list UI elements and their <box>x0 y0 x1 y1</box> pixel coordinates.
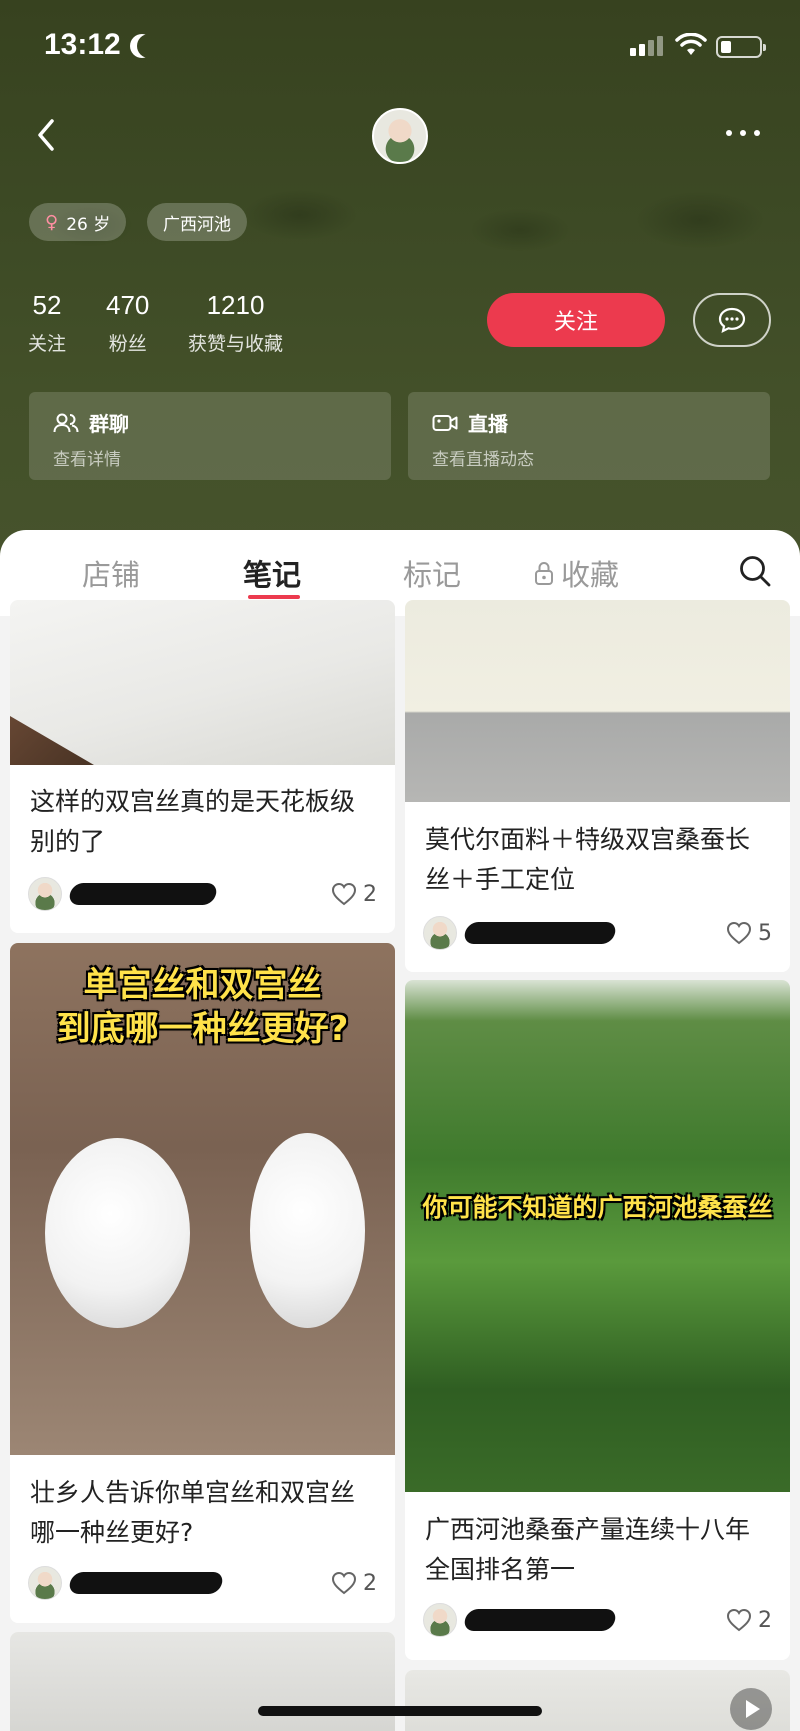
chat-bubble-icon <box>718 307 746 333</box>
note-image <box>405 600 790 802</box>
like-button[interactable]: 2 <box>726 1608 772 1633</box>
stat-following[interactable]: 52 关注 <box>28 290 66 356</box>
redacted-author-name <box>462 922 618 944</box>
stat-likes-collections[interactable]: 1210 获赞与收藏 <box>188 290 283 356</box>
active-tab-indicator <box>248 595 300 599</box>
lock-icon <box>535 562 553 585</box>
author-avatar <box>423 916 457 950</box>
wifi-icon <box>675 33 707 55</box>
note-title: 莫代尔面料＋特级双宫桑蚕长丝＋手工定位 <box>425 825 751 894</box>
live-card[interactable]: 直播 查看直播动态 <box>408 392 770 480</box>
play-icon <box>730 1688 772 1730</box>
video-camera-icon <box>432 414 458 431</box>
heart-icon <box>331 1571 357 1595</box>
more-options-icon[interactable] <box>726 130 760 136</box>
note-card[interactable]: 单宫丝和双宫丝 到底哪一种丝更好? 壮乡人告诉你单宫丝和双宫丝哪一种丝更好? 2 <box>10 943 395 1623</box>
author-avatar <box>423 1603 457 1637</box>
note-card[interactable]: 这样的双宫丝真的是天花板级别的了 2 <box>10 600 395 933</box>
location-tag: 广西河池 <box>147 203 247 241</box>
author-avatar <box>28 877 62 911</box>
like-button[interactable]: 2 <box>331 1571 377 1596</box>
redacted-author-name <box>67 883 219 905</box>
profile-screen: 13:12 ♀ 26 岁 广西河池 52 关注 470 粉丝 1210 获赞与收… <box>0 0 800 1731</box>
note-image <box>10 1632 395 1731</box>
author-avatar <box>28 1566 62 1600</box>
note-title: 这样的双宫丝真的是天花板级别的了 <box>30 787 356 856</box>
tab-collections[interactable]: 收藏 <box>533 552 619 594</box>
like-button[interactable]: 2 <box>331 882 377 907</box>
cellular-signal-icon <box>630 36 663 56</box>
moon-icon <box>137 34 161 58</box>
image-caption: 你可能不知道的广西河池桑蚕丝 <box>422 1193 773 1222</box>
profile-header: 13:12 ♀ 26 岁 广西河池 52 关注 470 粉丝 1210 获赞与收… <box>0 0 800 560</box>
like-button[interactable]: 5 <box>726 921 772 946</box>
note-card[interactable]: 莫代尔面料＋特级双宫桑蚕长丝＋手工定位 5 <box>405 600 790 972</box>
home-indicator[interactable] <box>258 1706 542 1716</box>
status-time: 13:12 <box>44 28 121 61</box>
group-users-icon <box>53 413 79 432</box>
note-card[interactable] <box>405 1670 790 1731</box>
note-card[interactable] <box>10 1632 395 1731</box>
profile-avatar[interactable] <box>372 108 428 164</box>
note-title: 壮乡人告诉你单宫丝和双宫丝哪一种丝更好? <box>30 1478 356 1547</box>
redacted-author-name <box>67 1572 225 1594</box>
note-image <box>10 600 395 765</box>
stat-followers[interactable]: 470 粉丝 <box>106 290 149 356</box>
note-title: 广西河池桑蚕产量连续十八年全国排名第一 <box>425 1515 751 1584</box>
group-chat-card[interactable]: 群聊 查看详情 <box>29 392 391 480</box>
heart-icon <box>726 1608 752 1632</box>
search-icon[interactable] <box>738 554 772 588</box>
battery-icon <box>716 36 766 58</box>
note-image: 你可能不知道的广西河池桑蚕丝 <box>405 980 790 1492</box>
follow-button[interactable]: 关注 <box>487 293 665 347</box>
heart-icon <box>331 882 357 906</box>
tab-notes[interactable]: 笔记 <box>243 552 301 594</box>
image-caption-line-1: 单宫丝和双宫丝 <box>83 965 322 1005</box>
heart-icon <box>726 921 752 945</box>
note-card[interactable]: 你可能不知道的广西河池桑蚕丝 广西河池桑蚕产量连续十八年全国排名第一 2 <box>405 980 790 1660</box>
note-image: 单宫丝和双宫丝 到底哪一种丝更好? <box>10 943 395 1455</box>
back-icon[interactable] <box>32 115 62 155</box>
tab-store[interactable]: 店铺 <box>82 552 140 594</box>
tab-marks[interactable]: 标记 <box>403 552 461 594</box>
redacted-author-name <box>462 1609 618 1631</box>
female-icon: ♀ <box>45 211 59 233</box>
message-button[interactable] <box>693 293 771 347</box>
image-caption-line-2: 到底哪一种丝更好? <box>56 1009 349 1049</box>
age-tag: ♀ 26 岁 <box>29 203 127 241</box>
